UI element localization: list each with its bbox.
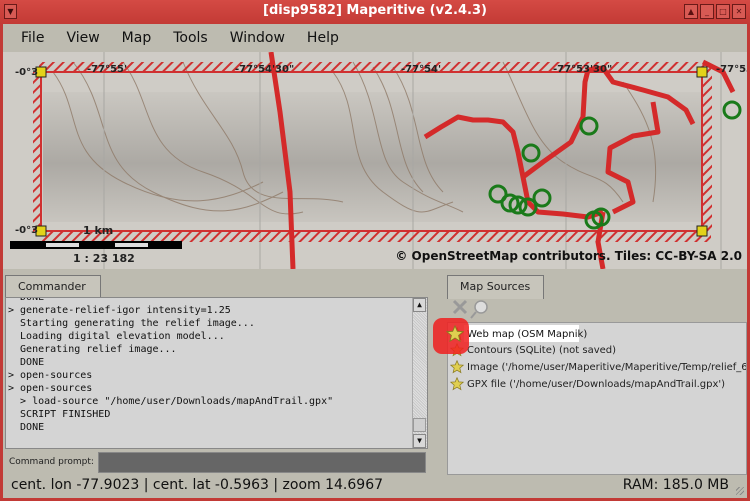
menu-help[interactable]: Help bbox=[296, 30, 350, 46]
console-line: > open-sources bbox=[8, 383, 93, 394]
bbox-hatch-left bbox=[33, 72, 41, 232]
window-title: [disp9582] Maperitive (v2.4.3) bbox=[263, 3, 487, 18]
scale-ratio: 1 : 23 182 bbox=[73, 252, 135, 265]
zoom-to-source-icon[interactable] bbox=[470, 300, 488, 319]
console-line: Starting generating the relief image... bbox=[8, 318, 255, 329]
status-bar: cent. lon -77.9023 | cent. lat -0.5963 |… bbox=[3, 475, 747, 498]
bbox-handle-top-right bbox=[696, 66, 708, 78]
console-line: DONE bbox=[8, 297, 45, 303]
console-line: Loading digital elevation model... bbox=[8, 331, 225, 342]
star-icon bbox=[450, 377, 464, 391]
maximize-button[interactable]: □ bbox=[716, 4, 730, 19]
remove-source-icon[interactable] bbox=[452, 299, 468, 315]
map-canvas[interactable] bbox=[3, 52, 747, 269]
menu-map[interactable]: Map bbox=[111, 30, 163, 46]
map-attribution: © OpenStreetMap contributors. Tiles: CC-… bbox=[395, 249, 742, 263]
menu-window[interactable]: Window bbox=[219, 30, 296, 46]
status-ram: RAM: 185.0 MB bbox=[622, 477, 729, 493]
scroll-thumb[interactable] bbox=[413, 418, 426, 432]
source-item-web-map[interactable]: Web map (OSM Mapnik) bbox=[450, 326, 587, 342]
tab-commander[interactable]: Commander bbox=[5, 275, 101, 299]
status-coordinates: cent. lon -77.9023 | cent. lat -0.5963 |… bbox=[11, 477, 384, 493]
console-line: DONE bbox=[8, 357, 45, 368]
source-item-gpx[interactable]: GPX file ('/home/user/Downloads/mapAndTr… bbox=[450, 376, 725, 392]
map-view[interactable]: -0°3 -0°3 -77°55' -77°54'30" -77°54' -77… bbox=[3, 52, 747, 269]
lon-label: -77°54' bbox=[401, 64, 442, 75]
console-line: DONE bbox=[8, 422, 45, 433]
star-icon bbox=[446, 325, 464, 343]
lat-label-bottom: -0°3 bbox=[15, 225, 39, 236]
scale-label: 1 km bbox=[83, 224, 114, 237]
close-button[interactable]: ✕ bbox=[732, 4, 746, 19]
star-icon bbox=[450, 360, 464, 374]
console-scrollbar[interactable]: ▲ ▼ bbox=[412, 298, 427, 448]
command-prompt-label: Command prompt: bbox=[9, 457, 94, 467]
menu-file[interactable]: File bbox=[3, 30, 55, 46]
resize-grip[interactable] bbox=[736, 487, 744, 495]
console-line: > load-source "/home/user/Downloads/mapA… bbox=[8, 396, 334, 407]
lat-label-top: -0°3 bbox=[15, 67, 39, 78]
command-prompt-input[interactable] bbox=[98, 452, 426, 473]
shade-button[interactable]: ▲ bbox=[684, 4, 698, 19]
title-bar[interactable]: ▼ [disp9582] Maperitive (v2.4.3) ▲ _ □ ✕ bbox=[0, 0, 750, 24]
pane-splitter[interactable] bbox=[440, 270, 444, 475]
tab-map-sources[interactable]: Map Sources bbox=[447, 275, 544, 299]
bbox-hatch-right bbox=[702, 72, 712, 232]
scroll-up-button[interactable]: ▲ bbox=[413, 298, 426, 312]
console-line: SCRIPT FINISHED bbox=[8, 409, 111, 420]
lon-label: -77°55' bbox=[87, 64, 128, 75]
scroll-down-button[interactable]: ▼ bbox=[413, 434, 426, 448]
lon-label: -77°53' bbox=[716, 64, 747, 75]
lon-label: -77°53'30" bbox=[553, 64, 613, 75]
map-sources-list[interactable]: Web map (OSM Mapnik) Contours (SQLite) (… bbox=[447, 322, 747, 475]
bbox-handle-bottom-right bbox=[696, 225, 708, 237]
menu-bar: File View Map Tools Window Help bbox=[3, 24, 747, 51]
menu-tools[interactable]: Tools bbox=[162, 30, 219, 46]
commander-output[interactable]: DONE > generate-relief-igor intensity=1.… bbox=[5, 297, 428, 449]
console-line: > open-sources bbox=[8, 370, 93, 381]
minimize-button[interactable]: _ bbox=[700, 4, 714, 19]
menu-view[interactable]: View bbox=[55, 30, 110, 46]
console-line: > generate-relief-igor intensity=1.25 bbox=[8, 305, 231, 316]
console-line: Generating relief image... bbox=[8, 344, 177, 355]
lon-label: -77°54'30" bbox=[235, 64, 295, 75]
sources-toolbar bbox=[452, 299, 488, 319]
source-item-contours[interactable]: Contours (SQLite) (not saved) bbox=[450, 342, 616, 358]
source-item-relief-image[interactable]: Image ('/home/user/Maperitive/Maperitive… bbox=[450, 359, 746, 375]
